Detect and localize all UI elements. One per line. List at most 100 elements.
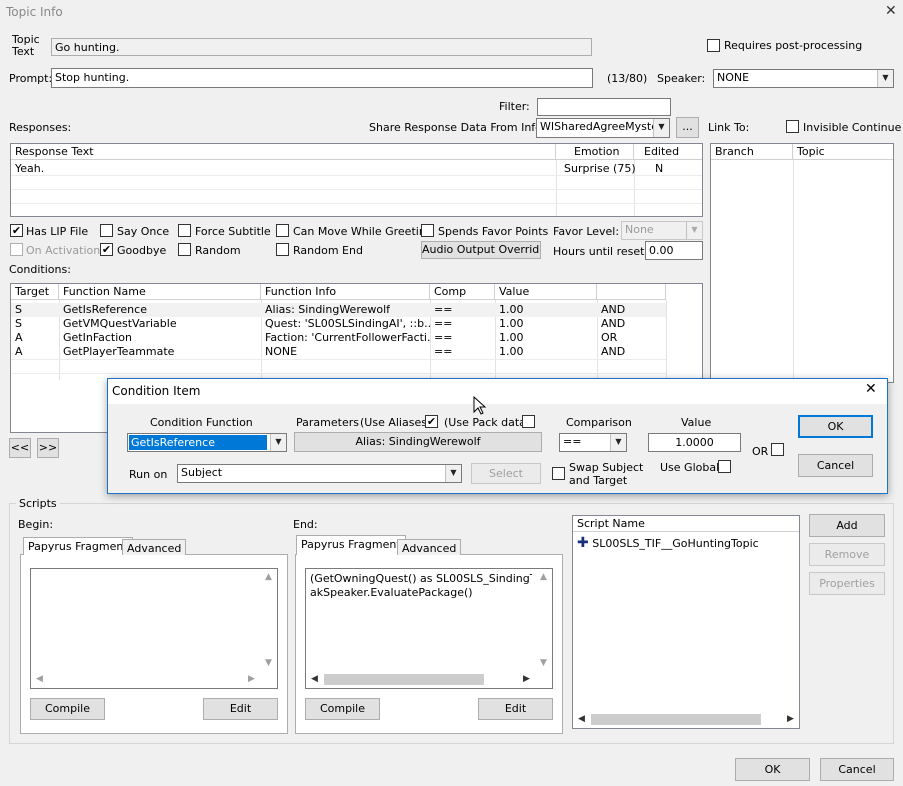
parameter-alias-button[interactable]: Alias: SindingWerewolf	[294, 432, 542, 452]
force-subtitle-checkbox[interactable]	[178, 224, 191, 237]
ok-button[interactable]: OK	[735, 758, 810, 781]
column-header[interactable]: Function Name	[59, 284, 261, 300]
column-header[interactable]: Topic	[793, 144, 893, 160]
table-row[interactable]: S GetVMQuestVariable Quest: 'SL00SLSindi…	[11, 317, 666, 331]
share-response-select[interactable]: WISharedAgreeMysteri ▼	[536, 118, 670, 138]
speaker-select[interactable]: NONE ▼	[713, 69, 894, 88]
close-icon[interactable]: ✕	[885, 4, 897, 18]
use-pack-data-checkbox[interactable]	[522, 415, 535, 428]
window-title: Topic Info	[6, 5, 63, 19]
column-header[interactable]: Response Text	[11, 144, 556, 160]
column-header[interactable]: Edited	[634, 144, 702, 160]
or-checkbox[interactable]	[771, 443, 784, 456]
tab-begin-papyrus-fragment[interactable]: Papyrus Fragment	[23, 537, 133, 555]
scroll-left-icon[interactable]: ◀	[31, 671, 48, 688]
begin-label: Begin:	[18, 518, 54, 531]
condition-function-select[interactable]: GetIsReference ▼	[127, 433, 287, 452]
table-row[interactable]: Yeah. Surprise (75) N	[11, 162, 702, 176]
audio-output-override-button[interactable]: Audio Output Override	[421, 241, 541, 259]
topic-text-label: Topic Text	[12, 33, 40, 58]
comp-cell: ==	[434, 345, 453, 358]
end-compile-button[interactable]: Compile	[305, 698, 380, 720]
requires-post-processing-label: Requires post-processing	[724, 39, 863, 52]
end-edit-button[interactable]: Edit	[478, 698, 553, 720]
run-on-select[interactable]: Subject ▼	[177, 464, 462, 483]
scroll-right-icon[interactable]: ▶	[518, 671, 535, 688]
random-checkbox[interactable]	[178, 243, 191, 256]
column-header[interactable]: Function Info	[261, 284, 430, 300]
swap-subject-target-checkbox[interactable]	[552, 467, 565, 480]
function-name-cell: GetInFaction	[63, 331, 132, 344]
table-row[interactable]: A GetPlayerTeammate NONE == 1.00 AND	[11, 345, 666, 359]
horizontal-scroll-thumb[interactable]	[324, 674, 484, 685]
goodbye-label: Goodbye	[117, 244, 167, 257]
list-item[interactable]: ✚ SL00SLS_TIF__GoHuntingTopic	[577, 536, 759, 550]
hours-until-reset-input[interactable]: 0.00	[645, 241, 703, 260]
add-script-button[interactable]: Add	[809, 514, 885, 537]
comp-cell: ==	[434, 331, 453, 344]
tab-end-papyrus-fragment[interactable]: Papyrus Fragment	[296, 535, 406, 555]
invisible-continue-checkbox[interactable]	[786, 120, 799, 133]
responses-list[interactable]: Response Text Emotion Edited Yeah. Surpr…	[10, 143, 703, 217]
has-lip-file-checkbox[interactable]: ✔	[10, 224, 23, 237]
column-header[interactable]	[597, 284, 666, 300]
scroll-right-icon[interactable]: ▶	[243, 671, 260, 688]
begin-edit-button[interactable]: Edit	[203, 698, 278, 720]
begin-script-editor[interactable]: ▲ ▼ ◀ ▶	[30, 568, 278, 689]
table-row[interactable]: S GetIsReference Alias: SindingWerewolf …	[11, 303, 666, 317]
horizontal-scroll-thumb[interactable]	[591, 714, 761, 725]
goodbye-checkbox[interactable]: ✔	[100, 243, 113, 256]
conditions-next-button[interactable]: >>	[37, 438, 59, 458]
dialog-ok-button[interactable]: OK	[798, 415, 873, 438]
say-once-checkbox[interactable]	[100, 224, 113, 237]
speaker-label: Speaker:	[657, 72, 706, 85]
prompt-input[interactable]: Stop hunting.	[51, 68, 593, 88]
use-global-checkbox[interactable]	[718, 460, 731, 473]
end-script-editor[interactable]: (GetOwningQuest() as SL00SLS_SindingTran…	[305, 568, 553, 689]
requires-post-processing-checkbox[interactable]	[707, 39, 720, 52]
value-input[interactable]: 1.0000	[648, 433, 741, 452]
begin-compile-button[interactable]: Compile	[30, 698, 105, 720]
share-response-browse-button[interactable]: ...	[676, 117, 699, 138]
script-name-list[interactable]: Script Name ✚ SL00SLS_TIF__GoHuntingTopi…	[572, 515, 800, 729]
column-header[interactable]: Branch	[711, 144, 793, 160]
dialog-cancel-button[interactable]: Cancel	[798, 454, 873, 477]
scroll-up-icon[interactable]: ▲	[535, 569, 552, 586]
scroll-left-icon[interactable]: ◀	[306, 671, 323, 688]
table-row[interactable]: A GetInFaction Faction: 'CurrentFollower…	[11, 331, 666, 345]
response-text-cell: Yeah.	[15, 162, 45, 175]
target-cell: S	[15, 317, 22, 330]
emotion-cell: Surprise (75)	[564, 162, 636, 175]
cancel-button[interactable]: Cancel	[820, 758, 894, 781]
prompt-count: (13/80)	[607, 72, 648, 85]
use-aliases-checkbox[interactable]: ✔	[425, 415, 438, 428]
comparison-select[interactable]: == ▼	[559, 433, 627, 452]
scroll-left-icon[interactable]: ◀	[573, 711, 590, 728]
column-header[interactable]: Emotion	[556, 144, 634, 160]
dialog-close-icon[interactable]: ✕	[865, 382, 877, 396]
chevron-down-icon: ▼	[686, 222, 702, 239]
conditions-prev-button[interactable]: <<	[9, 438, 31, 458]
random-end-checkbox[interactable]	[276, 243, 289, 256]
topic-text-field: Go hunting.	[51, 38, 592, 56]
scroll-down-icon[interactable]: ▼	[260, 655, 277, 672]
value-cell: 1.00	[499, 345, 524, 358]
can-move-checkbox[interactable]	[276, 224, 289, 237]
filter-input[interactable]	[537, 98, 671, 116]
link-to-list[interactable]: Branch Topic	[710, 143, 894, 383]
column-header[interactable]: Script Name	[573, 516, 799, 532]
scroll-up-icon[interactable]: ▲	[260, 569, 277, 586]
column-header[interactable]: Comp	[430, 284, 495, 300]
function-info-cell: Alias: SindingWerewolf	[265, 303, 391, 316]
chevron-down-icon: ▼	[610, 434, 626, 451]
tab-end-advanced[interactable]: Advanced	[397, 539, 462, 555]
spends-favor-label: Spends Favor Points	[438, 225, 549, 238]
function-info-cell: Faction: 'CurrentFollowerFacti...	[265, 331, 430, 344]
edited-cell: N	[655, 162, 664, 175]
scroll-right-icon[interactable]: ▶	[782, 711, 799, 728]
column-header[interactable]: Value	[495, 284, 597, 300]
spends-favor-checkbox[interactable]	[421, 224, 434, 237]
tab-begin-advanced[interactable]: Advanced	[122, 539, 187, 555]
column-header[interactable]: Target	[11, 284, 59, 300]
scroll-down-icon[interactable]: ▼	[535, 655, 552, 672]
